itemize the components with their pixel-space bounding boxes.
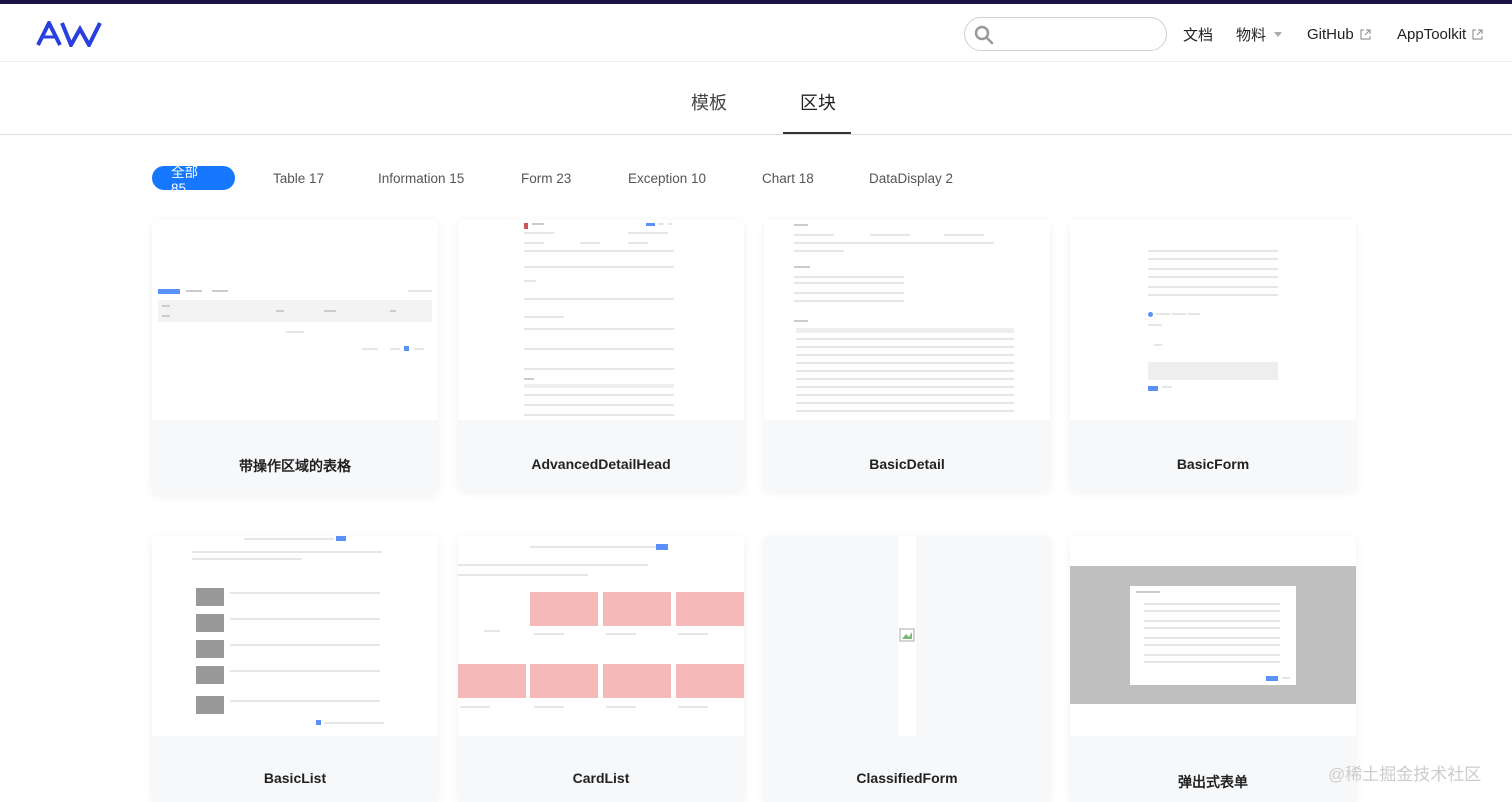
block-card[interactable]: CardList	[458, 536, 744, 802]
filter-datadisplay[interactable]: DataDisplay 2	[869, 166, 953, 190]
search-icon	[974, 25, 994, 45]
filter-exception[interactable]: Exception 10	[628, 166, 706, 190]
caret-down-icon	[1274, 31, 1283, 37]
logo-icon[interactable]	[36, 21, 102, 47]
block-preview-image	[458, 536, 744, 736]
broken-image-icon	[899, 628, 915, 642]
block-preview-image	[152, 220, 438, 420]
block-card[interactable]: BasicList	[152, 536, 438, 802]
block-title: CardList	[572, 770, 630, 786]
block-title: 带操作区域的表格	[239, 458, 351, 474]
block-title: AdvancedDetailHead	[531, 456, 671, 472]
block-preview-image	[458, 220, 744, 420]
filter-information[interactable]: Information 15	[378, 166, 464, 190]
external-link-icon	[1360, 28, 1371, 40]
block-card[interactable]: AdvancedDetailHead	[458, 220, 744, 490]
filter-all[interactable]: 全部 85	[152, 165, 235, 196]
block-title: ClassifiedForm	[856, 770, 958, 786]
external-link-icon	[1472, 28, 1483, 40]
nav-docs-label: 文档	[1183, 26, 1214, 44]
block-title: BasicList	[263, 770, 327, 786]
block-title: BasicDetail	[869, 456, 945, 472]
nav-apptoolkit[interactable]: AppToolkit	[1397, 24, 1483, 44]
category-tabs: 模板 区块	[0, 63, 1512, 135]
tab-templates[interactable]: 模板	[691, 89, 727, 115]
search-input[interactable]	[999, 24, 1159, 44]
block-title: 弹出式表单	[1178, 774, 1248, 790]
nav-github[interactable]: GitHub	[1307, 24, 1371, 44]
active-tab-underline	[783, 132, 851, 134]
search-box[interactable]	[964, 17, 1167, 51]
filter-chart[interactable]: Chart 18	[762, 166, 814, 190]
block-card[interactable]: BasicForm	[1070, 220, 1356, 490]
nav-materials[interactable]: 物料	[1236, 24, 1283, 44]
block-preview-image	[764, 220, 1050, 420]
filter-table[interactable]: Table 17	[273, 166, 324, 190]
block-preview-image	[1070, 220, 1356, 420]
nav-docs[interactable]: 文档	[1183, 24, 1213, 44]
header: 文档 物料 GitHub AppToolkit	[0, 4, 1512, 62]
block-card[interactable]: 带操作区域的表格	[152, 220, 438, 494]
block-card[interactable]: BasicDetail	[764, 220, 1050, 490]
tab-blocks[interactable]: 区块	[800, 89, 836, 115]
block-preview-image	[1070, 536, 1356, 736]
nav-materials-label: 物料	[1236, 26, 1267, 44]
block-preview-image	[764, 536, 1050, 736]
block-title: BasicForm	[1176, 456, 1250, 472]
nav-github-label: GitHub	[1307, 25, 1354, 43]
block-preview-image	[152, 536, 438, 736]
nav-apptoolkit-label: AppToolkit	[1397, 25, 1467, 43]
block-card[interactable]: ClassifiedForm	[764, 536, 1050, 802]
watermark: @稀土掘金技术社区	[1328, 765, 1482, 784]
block-card[interactable]: 弹出式表单	[1070, 536, 1356, 802]
filter-form[interactable]: Form 23	[521, 166, 571, 190]
